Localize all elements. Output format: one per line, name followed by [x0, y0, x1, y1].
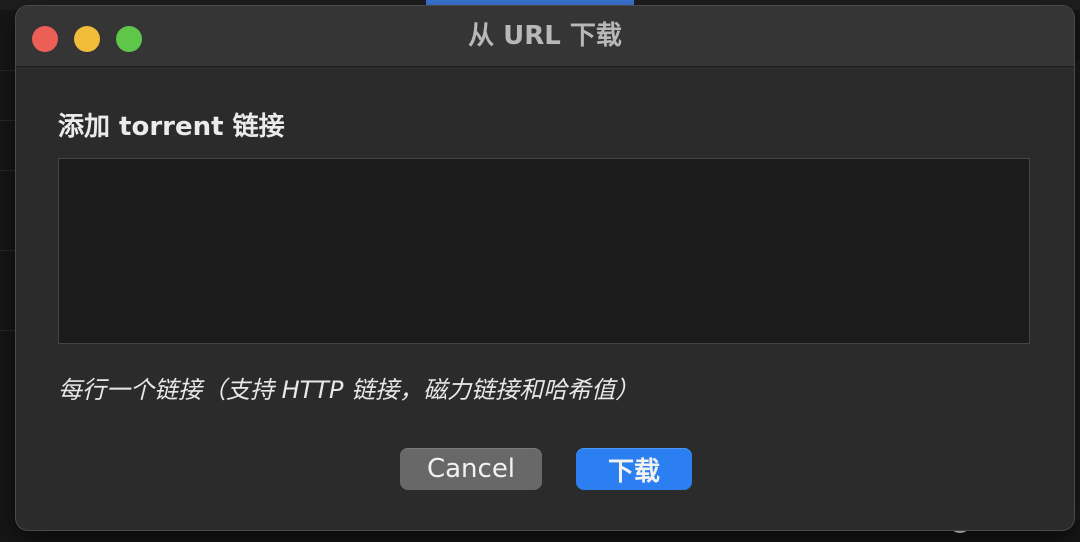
torrent-links-label: 添加 torrent 链接 [58, 112, 285, 142]
title-bar: 从 URL 下载 [16, 6, 1074, 67]
background-row-divider [0, 330, 16, 331]
background-row-divider [0, 70, 16, 71]
background-row-divider [0, 120, 16, 121]
window-title: 从 URL 下载 [468, 21, 622, 51]
links-hint-text: 每行一个链接（支持 HTTP 链接，磁力链接和哈希值） [58, 376, 640, 404]
url-links-input[interactable] [58, 158, 1030, 344]
download-button[interactable]: 下载 [576, 448, 692, 490]
background-row-divider [0, 170, 16, 171]
background-row-divider [0, 250, 16, 251]
cancel-button[interactable]: Cancel [400, 448, 542, 490]
download-from-url-dialog: 从 URL 下载 添加 torrent 链接 每行一个链接（支持 HTTP 链接… [16, 6, 1074, 530]
